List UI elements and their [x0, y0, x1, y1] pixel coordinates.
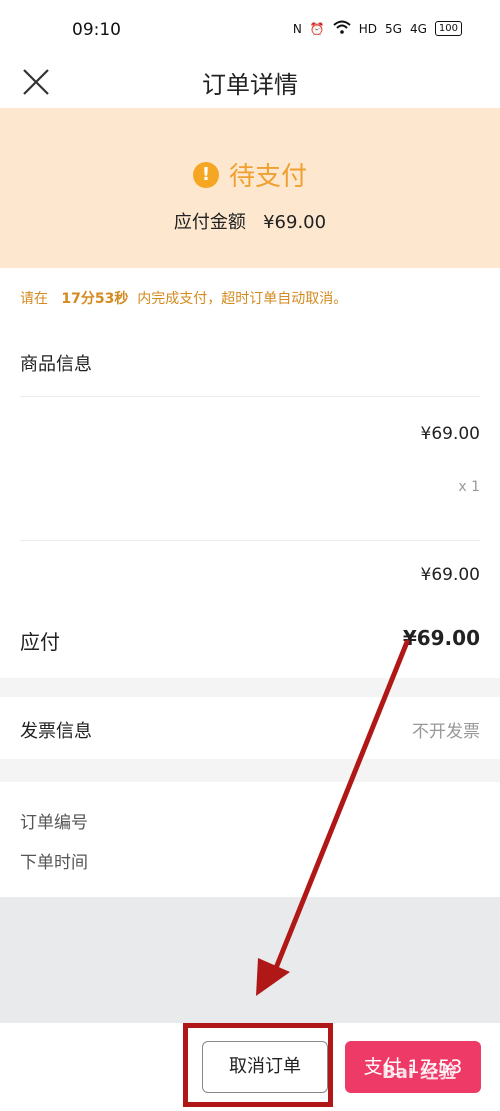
- order-info-card: 订单编号 下单时间: [0, 782, 500, 897]
- payable-amount-line: 应付金额 ¥69.00: [0, 208, 500, 234]
- page-title: 订单详情: [202, 71, 298, 99]
- invoice-label: 发票信息: [20, 721, 92, 742]
- order-time-label: 下单时间: [20, 853, 88, 873]
- signal-5g-icon: 5G: [385, 21, 402, 36]
- divider: [20, 540, 480, 541]
- total-label: 应付: [20, 630, 60, 654]
- battery-icon: 100: [434, 21, 462, 36]
- goods-section-title: 商品信息: [20, 354, 92, 375]
- invoice-value: 不开发票: [412, 722, 480, 742]
- status-icons: N ⏰ HD 5G 4G 100: [293, 20, 462, 37]
- status-bar: 09:10 N ⏰ HD 5G 4G 100: [0, 0, 500, 60]
- countdown-suffix: 内完成支付，超时订单自动取消。: [137, 291, 348, 307]
- blank-area: [0, 897, 500, 1023]
- invoice-row[interactable]: 发票信息 不开发票: [0, 697, 500, 759]
- nfc-icon: N: [292, 21, 302, 36]
- divider: [20, 396, 480, 397]
- wifi-icon: [333, 20, 351, 37]
- item-quantity: x 1: [458, 479, 480, 495]
- status-row: ! 待支付: [0, 156, 500, 193]
- order-status-text: 待支付: [228, 162, 307, 192]
- alarm-icon: ⏰: [309, 21, 325, 36]
- countdown-notice: 请在 17分53秒 内完成支付，超时订单自动取消。: [20, 288, 347, 308]
- item-price: ¥69.00: [420, 424, 480, 444]
- goods-card: 商品信息 ¥69.00 x 1 ¥69.00 应付 ¥69.00: [0, 328, 500, 678]
- highlight-box: [183, 1023, 333, 1107]
- status-time: 09:10: [72, 20, 121, 40]
- payable-amount: ¥69.00: [263, 212, 327, 233]
- watermark: Bai 经验: [382, 1062, 457, 1083]
- total-value: ¥69.00: [402, 626, 480, 650]
- signal-4g-icon: 4G: [409, 21, 427, 36]
- countdown-bar: 请在 17分53秒 内完成支付，超时订单自动取消。: [0, 268, 500, 328]
- nav-bar: 订单详情: [0, 60, 500, 108]
- hd-icon: HD: [358, 21, 378, 36]
- countdown-prefix: 请在: [20, 291, 48, 307]
- countdown-time: 17分53秒: [61, 291, 129, 307]
- payable-label: 应付金额: [173, 212, 246, 233]
- order-number-label: 订单编号: [20, 813, 88, 833]
- order-status-panel: ! 待支付 应付金额 ¥69.00: [0, 108, 500, 268]
- warning-icon: !: [192, 161, 219, 188]
- subtotal-price: ¥69.00: [420, 565, 480, 585]
